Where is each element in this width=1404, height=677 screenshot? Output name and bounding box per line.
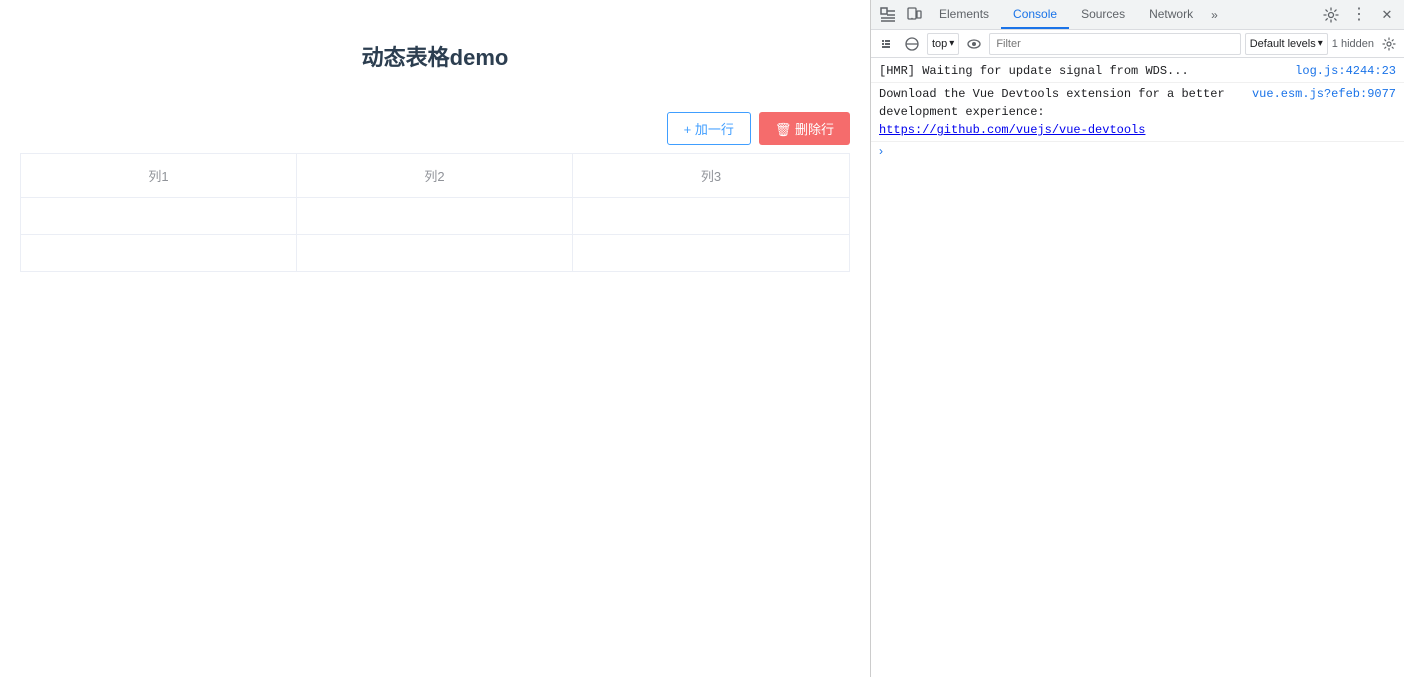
console-run-icon[interactable] (875, 33, 897, 55)
more-tabs-button[interactable]: » (1205, 4, 1224, 26)
cell-row2-col3 (573, 235, 849, 271)
devtools-source-link[interactable]: vue.esm.js?efeb:9077 (1252, 85, 1396, 121)
devtools-more-button[interactable]: ⋮ (1346, 2, 1372, 28)
cell-row1-col1 (21, 198, 297, 234)
context-value: top (932, 38, 947, 50)
toolbar: + 加一行 🗑 删除行 (20, 112, 850, 145)
cell-row2-col2 (297, 235, 573, 271)
context-selector[interactable]: top ▾ (927, 33, 959, 55)
hmr-source-link[interactable]: log.js:4244:23 (1295, 62, 1396, 80)
cell-row2-col1 (21, 235, 297, 271)
cell-row1-col3 (573, 198, 849, 234)
col1-header: 列1 (21, 154, 297, 198)
table-row (21, 198, 849, 235)
devtools-right-icons: ⋮ ✕ (1318, 2, 1400, 28)
log-levels-selector[interactable]: Default levels ▾ (1245, 33, 1328, 55)
app-area: 动态表格demo + 加一行 🗑 删除行 列1 列2 列3 (0, 0, 870, 677)
tab-network[interactable]: Network (1137, 0, 1205, 29)
table-row (21, 235, 849, 271)
preserve-log-icon[interactable] (963, 33, 985, 55)
devtools-github-link[interactable]: https://github.com/vuejs/vue-devtools (879, 123, 1145, 137)
hmr-message-text: [HMR] Waiting for update signal from WDS… (879, 62, 1287, 80)
delete-row-button[interactable]: 🗑 删除行 (759, 112, 850, 145)
close-devtools-button[interactable]: ✕ (1374, 2, 1400, 28)
console-toolbar: top ▾ Default levels ▾ 1 hidden (871, 30, 1404, 58)
tab-console[interactable]: Console (1001, 0, 1069, 29)
console-settings-icon[interactable] (1378, 33, 1400, 55)
console-line-hmr: [HMR] Waiting for update signal from WDS… (871, 60, 1404, 83)
devtools-message-text: Download the Vue Devtools extension for … (879, 85, 1244, 121)
console-line-devtools: Download the Vue Devtools extension for … (871, 83, 1404, 142)
data-table: 列1 列2 列3 (20, 153, 850, 272)
col3-header: 列3 (573, 154, 849, 198)
table-header: 列1 列2 列3 (21, 154, 849, 198)
inspect-element-icon[interactable] (875, 2, 901, 28)
console-expand-arrow[interactable]: › (871, 142, 1404, 160)
device-toggle-icon[interactable] (901, 2, 927, 28)
page-title: 动态表格demo (362, 40, 509, 72)
devtools-tabs-bar: Elements Console Sources Network » ⋮ ✕ (871, 0, 1404, 30)
add-row-button[interactable]: + 加一行 (667, 112, 751, 145)
console-output: [HMR] Waiting for update signal from WDS… (871, 58, 1404, 677)
tab-sources[interactable]: Sources (1069, 0, 1137, 29)
levels-dropdown-icon: ▾ (1318, 38, 1323, 49)
devtools-panel: Elements Console Sources Network » ⋮ ✕ (870, 0, 1404, 677)
cell-row1-col2 (297, 198, 573, 234)
console-filter-input[interactable] (989, 33, 1240, 55)
hidden-count-badge: 1 hidden (1332, 38, 1374, 50)
devtools-settings-button[interactable] (1318, 2, 1344, 28)
console-clear-icon[interactable] (901, 33, 923, 55)
tab-elements[interactable]: Elements (927, 0, 1001, 29)
col2-header: 列2 (297, 154, 573, 198)
context-dropdown-icon: ▾ (949, 38, 954, 49)
